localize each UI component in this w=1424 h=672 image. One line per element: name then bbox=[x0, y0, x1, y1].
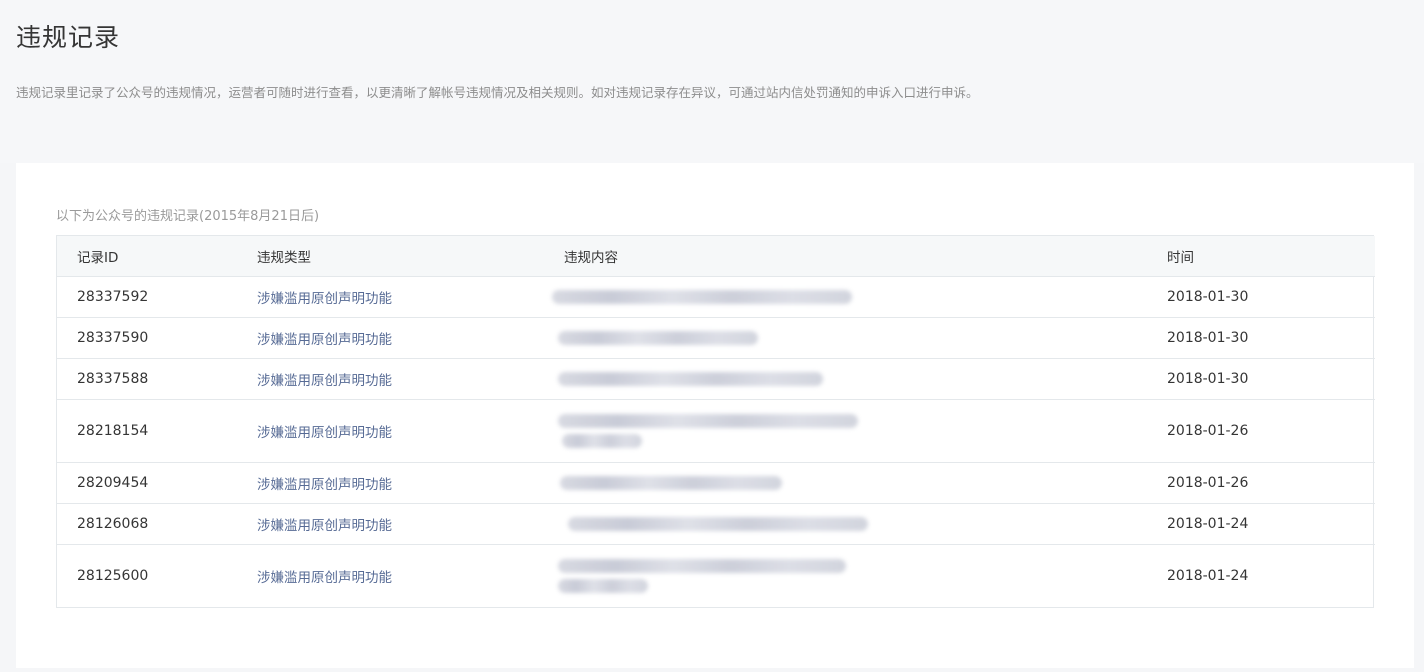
redacted-content bbox=[558, 330, 758, 345]
record-id: 28218154 bbox=[57, 399, 237, 463]
violation-content bbox=[544, 358, 1147, 400]
violation-type-link[interactable]: 涉嫌滥用原创声明功能 bbox=[237, 544, 544, 607]
record-id: 28125600 bbox=[77, 567, 149, 584]
violation-content bbox=[544, 544, 1147, 607]
table-row: 28337592 涉嫌滥用原创声明功能 2018-01-30 bbox=[57, 276, 1375, 318]
record-time: 2018-01-26 bbox=[1147, 462, 1375, 504]
table-row: 28209454 涉嫌滥用原创声明功能 2018-01-26 bbox=[57, 462, 1375, 504]
table-row: 28125600 涉嫌滥用原创声明功能 2018-01-24 bbox=[57, 544, 1375, 607]
violation-type-link[interactable]: 涉嫌滥用原创声明功能 bbox=[237, 358, 544, 400]
record-time: 2018-01-30 bbox=[1147, 317, 1375, 359]
column-header-type: 违规类型 bbox=[237, 236, 544, 277]
records-card: 以下为公众号的违规记录(2015年8月21日后) 记录ID 违规类型 违规内容 … bbox=[16, 163, 1414, 668]
page-title: 违规记录 bbox=[16, 23, 121, 52]
violation-type-link[interactable]: 涉嫌滥用原创声明功能 bbox=[237, 462, 544, 504]
record-id: 28209454 bbox=[57, 462, 237, 504]
column-header-time: 时间 bbox=[1147, 236, 1375, 277]
violation-content bbox=[544, 399, 1147, 463]
page-header: 违规记录 违规记录里记录了公众号的违规情况，运营者可随时进行查看，以更清晰了解帐… bbox=[0, 0, 1424, 163]
violation-content bbox=[544, 317, 1147, 359]
violation-content bbox=[544, 462, 1147, 504]
page-description: 违规记录里记录了公众号的违规情况，运营者可随时进行查看，以更清晰了解帐号违规情况… bbox=[16, 85, 979, 100]
table-header-row: 记录ID 违规类型 违规内容 时间 bbox=[57, 236, 1375, 277]
violation-content bbox=[544, 276, 1147, 318]
redacted-content bbox=[558, 558, 846, 573]
record-id: 28337588 bbox=[57, 358, 237, 400]
violation-type-link[interactable]: 涉嫌滥用原创声明功能 bbox=[237, 503, 544, 545]
records-table: 记录ID 违规类型 违规内容 时间 28337592 涉嫌滥用原创声明功能 20… bbox=[56, 235, 1375, 608]
redacted-content bbox=[558, 371, 823, 386]
redacted-content bbox=[558, 578, 648, 593]
record-time: 2018-01-26 bbox=[1147, 399, 1375, 463]
record-id: 28337592 bbox=[57, 276, 237, 318]
column-header-id: 记录ID bbox=[57, 236, 237, 277]
redacted-content bbox=[558, 413, 858, 428]
record-id: 28126068 bbox=[57, 503, 237, 545]
redacted-content bbox=[568, 516, 868, 531]
table-row: 28337590 涉嫌滥用原创声明功能 2018-01-30 bbox=[57, 317, 1375, 359]
table-row: 28218154 涉嫌滥用原创声明功能 2018-01-26 bbox=[57, 399, 1375, 463]
redacted-content bbox=[562, 433, 642, 448]
record-time: 2018-01-30 bbox=[1147, 276, 1375, 318]
redacted-content bbox=[552, 289, 852, 304]
violation-type-link[interactable]: 涉嫌滥用原创声明功能 bbox=[237, 317, 544, 359]
record-time: 2018-01-30 bbox=[1147, 358, 1375, 400]
violation-content bbox=[544, 503, 1147, 545]
column-header-content: 违规内容 bbox=[544, 236, 1147, 277]
violation-type-link[interactable]: 涉嫌滥用原创声明功能 bbox=[237, 276, 544, 318]
table-row: 28126068 涉嫌滥用原创声明功能 2018-01-24 bbox=[57, 503, 1375, 545]
table-caption: 以下为公众号的违规记录(2015年8月21日后) bbox=[56, 209, 320, 224]
record-id: 28337590 bbox=[57, 317, 237, 359]
record-time: 2018-01-24 bbox=[1167, 567, 1249, 584]
table-row: 28337588 涉嫌滥用原创声明功能 2018-01-30 bbox=[57, 358, 1375, 400]
record-time: 2018-01-24 bbox=[1147, 503, 1375, 545]
redacted-content bbox=[560, 475, 782, 490]
violation-type-link[interactable]: 涉嫌滥用原创声明功能 bbox=[237, 399, 544, 463]
